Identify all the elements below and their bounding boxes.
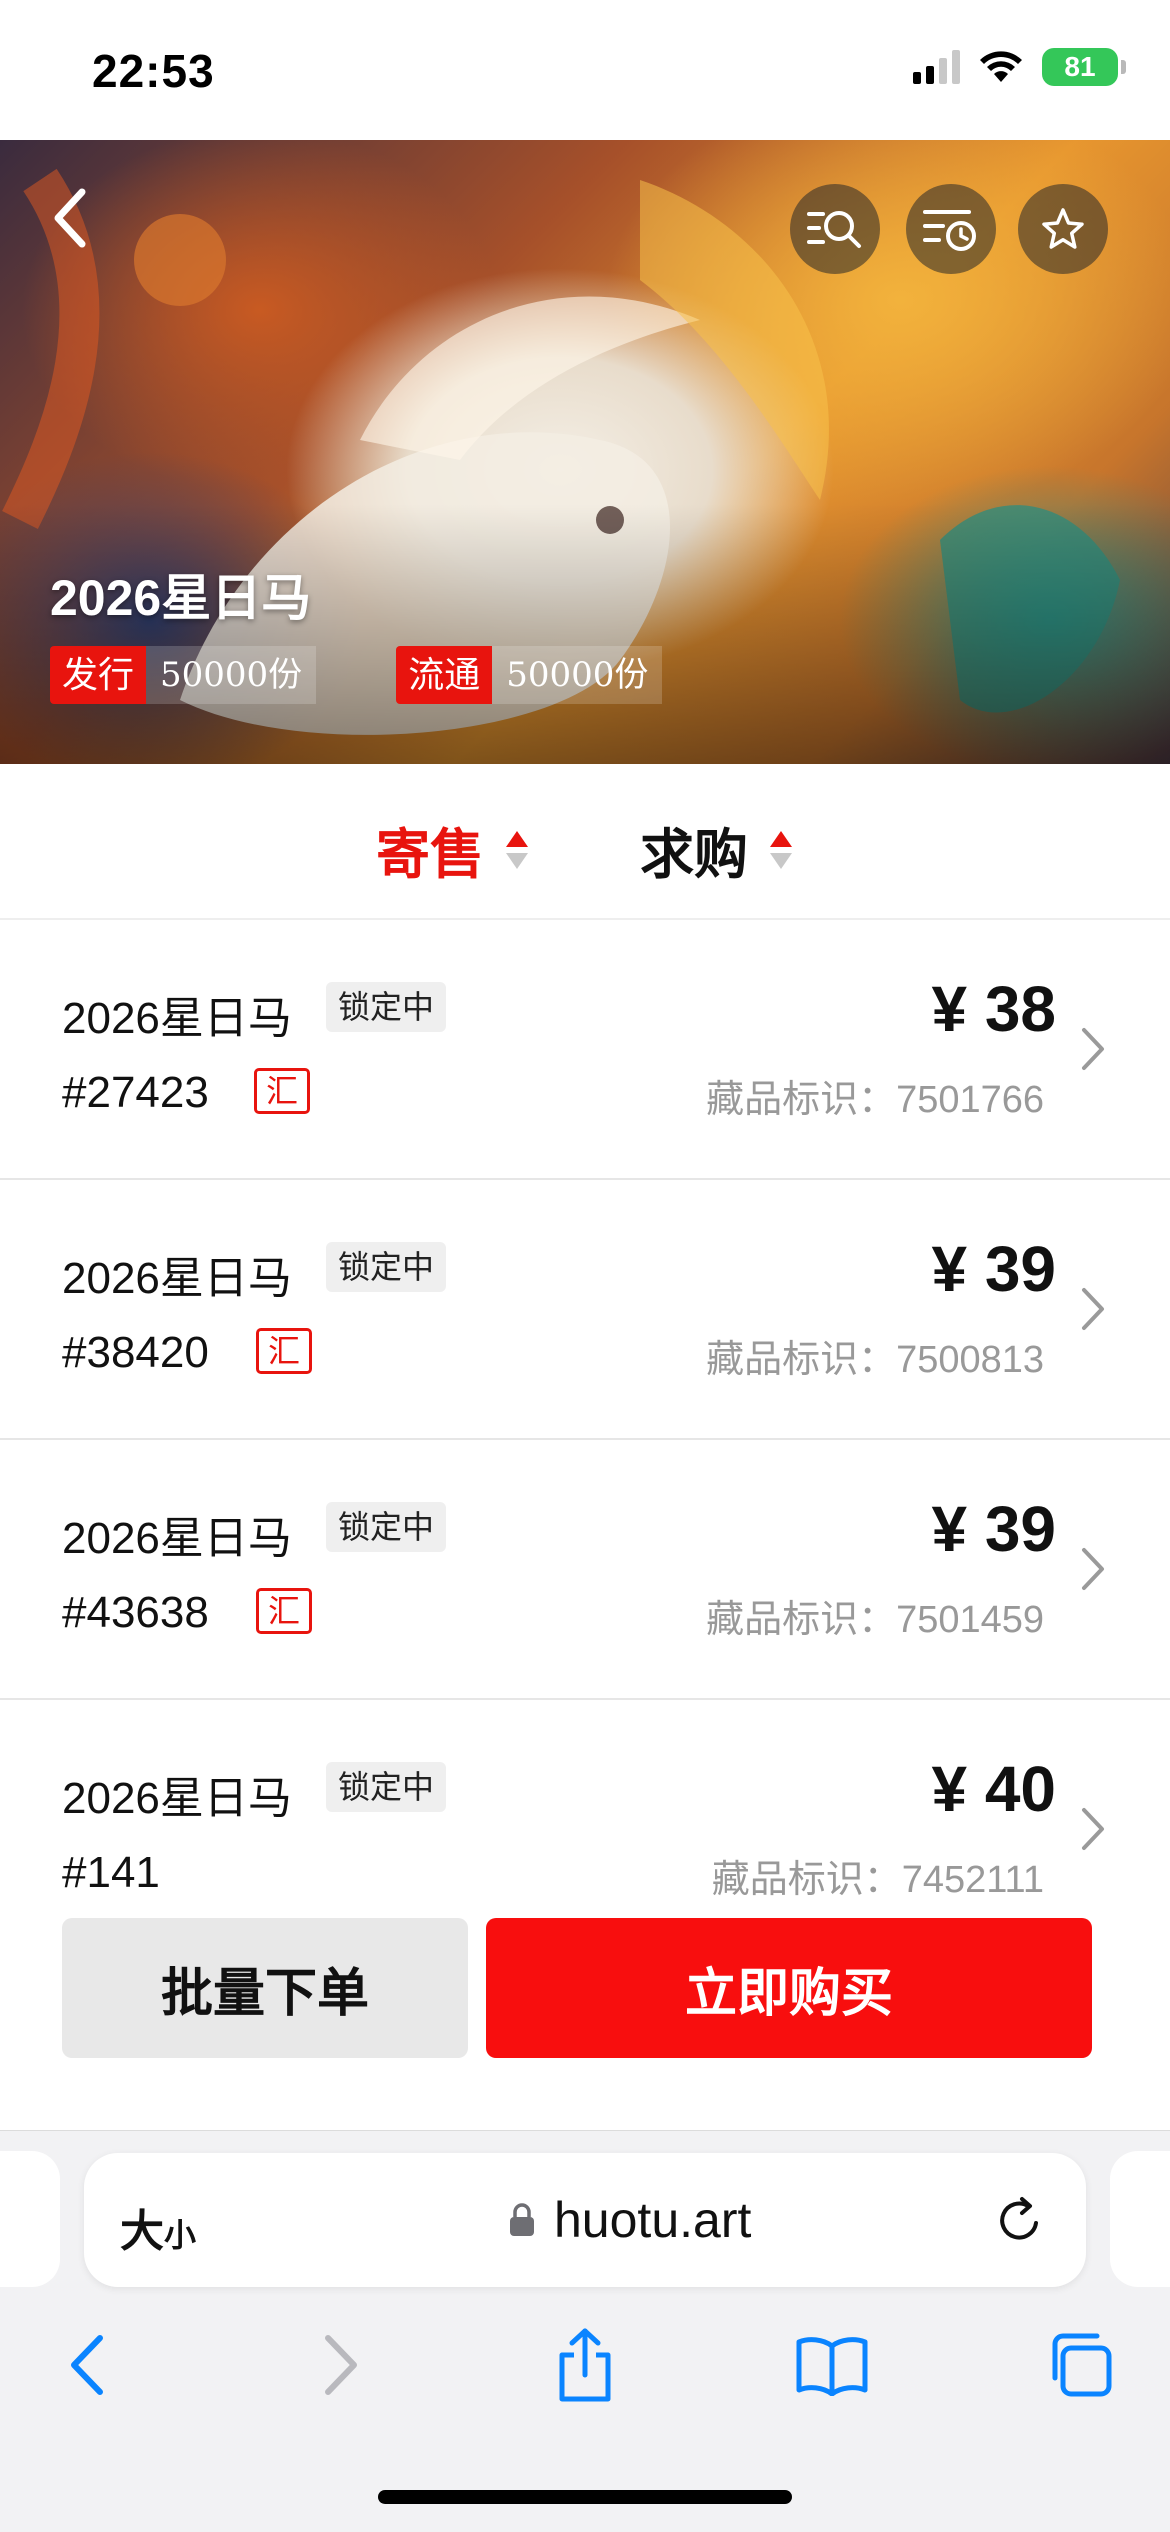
sort-icon [506,830,528,869]
listing-price: ¥ 39 [931,1493,1056,1565]
favorite-button[interactable] [1018,184,1108,274]
battery-icon: 81 [1042,48,1126,86]
history-list-button[interactable] [906,184,996,274]
hero-tags: 发行 50000份 流通 50000份 [50,646,663,704]
aa-small: 小 [164,2217,197,2253]
hui-badge: 汇 [254,1068,310,1114]
chevron-right-icon [1082,1028,1104,1070]
previous-tab-peek[interactable] [0,2151,60,2287]
back-chevron-icon[interactable] [42,178,102,258]
listing-row[interactable]: 2026星日马 锁定中 #27423 汇 ¥ 38 藏品标识：7501766 [0,920,1170,1180]
lock-status-badge: 锁定中 [326,982,447,1032]
listing-row[interactable]: 2026星日马 锁定中 #43638 汇 ¥ 39 藏品标识：7501459 [0,1440,1170,1700]
collection-title: 2026星日马 [50,570,312,626]
circulation-label: 流通 [396,646,493,704]
bookmarks-icon [796,2337,868,2396]
tab-consignment-label: 寄售 [376,825,484,885]
back-icon [71,2335,103,2395]
browser-forward-button[interactable] [300,2325,380,2405]
hui-badge: 汇 [256,1588,312,1634]
tab-wanted-label: 求购 [640,825,748,885]
listing-number: #27423 [62,1068,209,1117]
url-display[interactable]: huotu.art [508,2191,751,2249]
hui-badge: 汇 [256,1328,312,1374]
lock-status-badge: 锁定中 [326,1242,447,1292]
cellular-signal-icon [913,50,960,84]
url-text: huotu.art [554,2192,752,2248]
search-list-icon [807,211,861,248]
lock-status-badge: 锁定中 [326,1502,447,1552]
status-time: 22:53 [92,45,215,97]
lock-status-badge: 锁定中 [326,1762,447,1812]
status-icons: 81 [913,48,1126,86]
browser-chrome: 大小 huotu.art [0,2130,1170,2532]
listing-price: ¥ 39 [931,1233,1056,1305]
listing-number: #38420 [62,1328,209,1377]
listing-id: 藏品标识：7501459 [706,1599,1044,1641]
home-indicator[interactable] [378,2490,792,2504]
bulk-order-button[interactable]: 批量下单 [62,1918,468,2058]
listing-number: #43638 [62,1588,209,1637]
page-settings-button[interactable]: 大小 [120,2195,196,2259]
buy-now-button[interactable]: 立即购买 [486,1918,1092,2058]
listing-number: #141 [62,1848,160,1897]
listing-id: 藏品标识：7500813 [706,1339,1044,1381]
market-tabs: 寄售 求购 [0,764,1170,920]
listing-price: ¥ 40 [931,1753,1056,1825]
battery-level: 81 [1064,51,1096,82]
chevron-right-icon [1082,1548,1104,1590]
next-tab-peek[interactable] [1110,2151,1170,2287]
listing-id: 藏品标识：7501766 [706,1079,1044,1121]
circulation-value: 50000份 [492,646,663,704]
share-button[interactable] [545,2325,625,2405]
reload-icon[interactable] [992,2193,1046,2247]
action-bar: 批量下单 立即购买 [0,1900,1170,2130]
history-list-icon [923,210,976,251]
listing-row[interactable]: 2026星日马 锁定中 #38420 汇 ¥ 39 藏品标识：7500813 [0,1180,1170,1440]
issue-label: 发行 [50,646,147,704]
share-icon [559,2328,611,2402]
lock-icon [510,2203,534,2236]
tab-wanted[interactable]: 求购 [640,810,792,889]
search-list-button[interactable] [790,184,880,274]
tabs-icon [1052,2333,1112,2397]
tab-consignment[interactable]: 寄售 [376,810,528,889]
listing-name: 2026星日马 [62,994,292,1043]
address-bar[interactable]: 大小 huotu.art [84,2153,1086,2287]
browser-back-button[interactable] [48,2325,128,2405]
issue-value: 50000份 [146,646,317,704]
hero-shade [0,504,1170,764]
listing-name: 2026星日马 [62,1774,292,1823]
listing-name: 2026星日马 [62,1254,292,1303]
browser-toolbar [0,2307,1170,2427]
hero-banner: 2026星日马 发行 50000份 流通 50000份 [0,140,1170,764]
issue-tag: 发行 50000份 [50,646,317,704]
sort-icon [770,830,792,869]
wifi-icon [980,51,1022,82]
forward-icon [325,2335,357,2395]
chevron-right-icon [1082,1808,1104,1850]
listing-price: ¥ 38 [931,973,1056,1045]
listing-list: 2026星日马 锁定中 #27423 汇 ¥ 38 藏品标识：7501766 2… [0,920,1170,1960]
star-icon [1042,208,1084,249]
circulation-tag: 流通 50000份 [396,646,663,704]
bookmarks-button[interactable] [792,2325,872,2405]
tabs-button[interactable] [1040,2325,1120,2405]
status-bar: 22:53 81 [0,0,1170,140]
listing-name: 2026星日马 [62,1514,292,1563]
aa-big: 大 [120,2207,164,2256]
listing-id: 藏品标识：7452111 [711,1859,1044,1901]
chevron-right-icon [1082,1288,1104,1330]
